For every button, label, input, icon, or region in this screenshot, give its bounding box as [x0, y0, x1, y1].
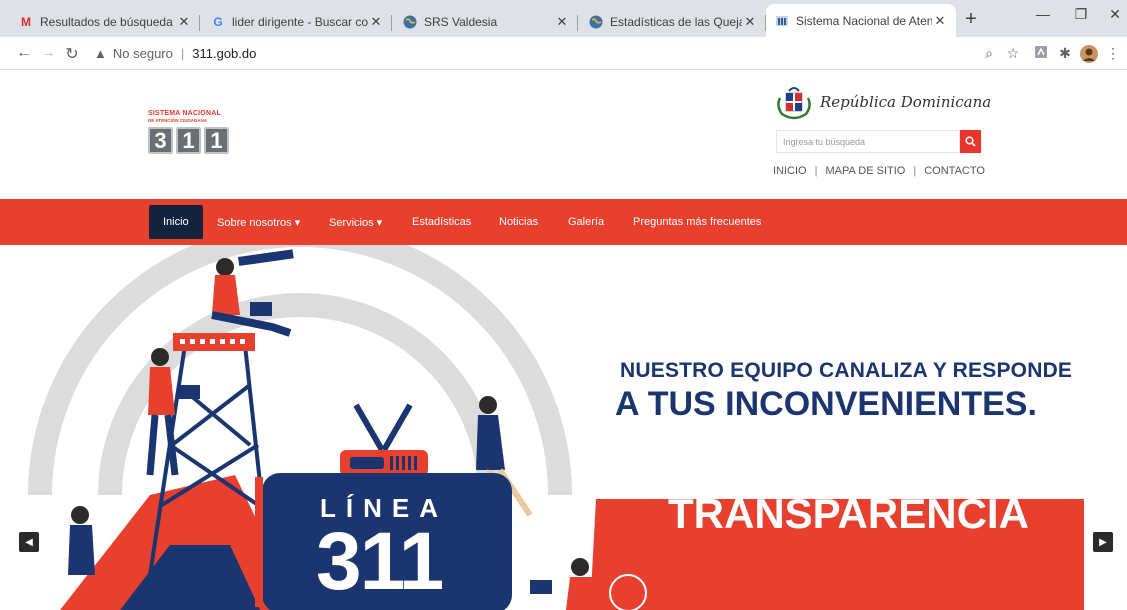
slider-next-button[interactable]: ▶ — [1093, 532, 1113, 552]
omnibox[interactable]: ▲ No seguro | 311.gob.do — [94, 40, 1014, 66]
tab-title: Estadísticas de las Quejas, Den — [610, 15, 742, 29]
extensions-puzzle-icon[interactable]: ✱ — [1056, 45, 1074, 62]
banner-line2: TRANSPARENCIA — [668, 490, 1029, 537]
page-icon — [774, 13, 790, 29]
back-button[interactable]: ← — [14, 44, 34, 62]
browser-tab-active[interactable]: Sistema Nacional de Atención ✕ — [766, 4, 956, 37]
nav-item-galeria[interactable]: Galería — [568, 205, 604, 239]
tab-title: SRS Valdesia — [424, 15, 498, 29]
zoom-icon[interactable]: ⌕ — [980, 45, 998, 62]
url-text: 311.gob.do — [192, 45, 257, 61]
bookmark-star-icon[interactable]: ☆ — [1004, 45, 1022, 62]
browser-tab-estadisticas[interactable]: Estadísticas de las Quejas, Den ✕ — [580, 7, 766, 37]
chevron-right-icon: ▶ — [1099, 536, 1107, 548]
nav-item-sobre-nosotros[interactable]: Sobre nosotros ▾ — [217, 205, 300, 239]
search-icon — [965, 136, 976, 147]
minimize-button[interactable]: — — [1028, 6, 1058, 22]
main-nav: Inicio Sobre nosotros ▾ Servicios ▾ Esta… — [0, 199, 1127, 245]
logo-line1: SISTEMA NACIONAL — [148, 110, 221, 117]
top-link-inicio[interactable]: INICIO — [773, 165, 807, 177]
menu-kebab-icon[interactable]: ⋮ — [1104, 45, 1122, 62]
nav-item-servicios[interactable]: Servicios ▾ — [329, 205, 382, 239]
slider-prev-button[interactable]: ◀ — [19, 532, 39, 552]
nav-item-preguntas[interactable]: Preguntas más frecuentes — [633, 205, 761, 239]
top-links: INICIO | MAPA DE SITIO | CONTACTO — [773, 165, 985, 177]
browser-tab-google[interactable]: G lider dirigente - Buscar con Go ✕ — [202, 7, 392, 37]
logo-line2: DE ATENCIÓN CIUDADANA — [148, 118, 207, 123]
top-link-mapa[interactable]: MAPA DE SITIO — [825, 165, 905, 177]
coat-of-arms-icon — [777, 87, 811, 120]
hero-heading-line1: NUESTRO EQUIPO CANALIZA Y RESPONDE — [620, 359, 1073, 382]
banner-line1: 311 ES EFICIENCIA Y — [633, 441, 1056, 488]
restore-button[interactable]: ❐ — [1066, 6, 1096, 23]
globe-icon — [402, 14, 418, 30]
gmail-icon: M — [21, 15, 31, 29]
divider: | — [913, 165, 917, 177]
close-tab-icon[interactable]: ✕ — [368, 14, 384, 30]
close-tab-icon[interactable]: ✕ — [554, 14, 570, 30]
government-brand: República Dominicana — [774, 84, 991, 120]
tab-title: lider dirigente - Buscar con Go — [232, 15, 368, 29]
tab-title: Sistema Nacional de Atención — [796, 13, 932, 28]
logo-digit: 1 — [176, 127, 201, 154]
google-icon: G — [213, 15, 223, 29]
browser-tab-gmail[interactable]: M Resultados de búsqueda - ana ✕ — [10, 7, 200, 37]
pdf-extension-icon[interactable] — [1032, 45, 1050, 62]
close-tab-icon[interactable]: ✕ — [176, 14, 192, 30]
hero-slider: NUESTRO EQUIPO CANALIZA Y RESPONDE A TUS… — [0, 245, 1127, 610]
linea-number: 311 — [316, 516, 444, 607]
divider: | — [180, 45, 185, 61]
hero-heading-line2: A TUS INCONVENIENTES. — [615, 385, 1037, 423]
browser-tab-strip: M Resultados de búsqueda - ana ✕ G lider… — [0, 0, 1127, 37]
globe-icon — [588, 14, 604, 30]
search-button[interactable] — [960, 130, 981, 153]
browser-tab-srs[interactable]: SRS Valdesia ✕ — [394, 7, 578, 37]
forward-button[interactable]: → — [38, 44, 58, 62]
profile-avatar[interactable] — [1080, 45, 1098, 66]
nav-item-inicio[interactable]: Inicio — [149, 205, 203, 239]
security-label: No seguro — [112, 45, 173, 61]
nav-item-estadisticas[interactable]: Estadísticas — [412, 205, 471, 239]
warning-icon: ▲ — [94, 45, 107, 61]
close-tab-icon[interactable]: ✕ — [742, 14, 758, 30]
country-name: República Dominicana — [820, 93, 992, 111]
search-input[interactable] — [776, 130, 960, 153]
new-tab-button[interactable]: + — [959, 8, 983, 31]
address-toolbar: ← → ↻ ▲ No seguro | 311.gob.do ⌕ ☆ ✱ ⋮ — [0, 37, 1127, 70]
nav-item-noticias[interactable]: Noticias — [499, 205, 538, 239]
close-tab-icon[interactable]: ✕ — [932, 13, 948, 29]
chevron-left-icon: ◀ — [25, 536, 33, 548]
close-window-button[interactable]: ✕ — [1100, 6, 1127, 23]
tab-title: Resultados de búsqueda - ana — [40, 15, 176, 29]
logo-digit: 3 — [148, 127, 173, 154]
top-link-contacto[interactable]: CONTACTO — [924, 165, 985, 177]
reload-button[interactable]: ↻ — [62, 44, 82, 64]
logo-digit: 1 — [204, 127, 229, 154]
site-header: SISTEMA NACIONAL DE ATENCIÓN CIUDADANA 3… — [0, 71, 1127, 199]
site-search — [776, 130, 981, 153]
logo-digits: 3 1 1 — [148, 127, 229, 154]
hero-illustration — [28, 245, 1084, 610]
web-page: SISTEMA NACIONAL DE ATENCIÓN CIUDADANA 3… — [0, 71, 1127, 610]
divider: | — [814, 165, 818, 177]
site-logo[interactable]: SISTEMA NACIONAL DE ATENCIÓN CIUDADANA 3… — [148, 110, 229, 154]
